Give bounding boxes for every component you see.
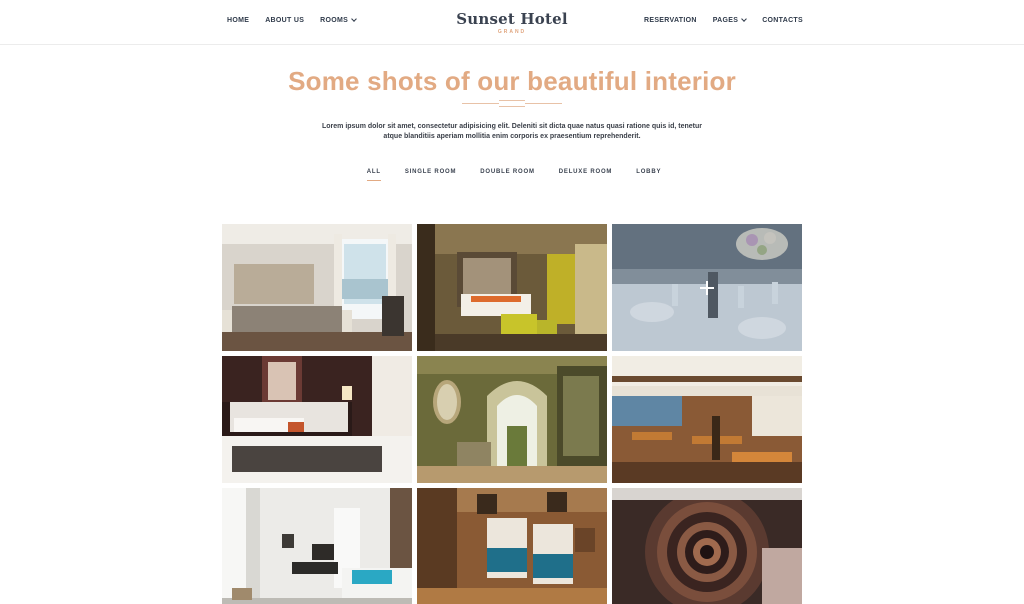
nav-pages[interactable]: PAGES (712, 16, 748, 24)
nav-reservation[interactable]: RESERVATION (644, 17, 697, 24)
filter-double-room[interactable]: DOUBLE ROOM (480, 169, 534, 181)
nav-contacts[interactable]: CONTACTS (762, 17, 803, 24)
gallery-item-bright-bedroom[interactable] (222, 224, 412, 351)
nav-contacts-label: CONTACTS (762, 17, 803, 24)
plus-icon[interactable] (700, 281, 714, 295)
lobby-arch-photo (417, 356, 607, 483)
spiral-staircase-photo (612, 488, 802, 604)
nav-pages-label: PAGES (712, 17, 739, 24)
site-header: HOME ABOUT US ROOMS Sunset Hotel GRAND R… (0, 0, 1024, 45)
filter-deluxe-room[interactable]: DELUXE ROOM (559, 169, 612, 181)
logo[interactable]: Sunset Hotel GRAND (0, 10, 1024, 35)
restaurant-photo (612, 356, 802, 483)
logo-title: Sunset Hotel (456, 10, 568, 28)
gallery-item-dining-table[interactable] (612, 224, 802, 351)
filter-all[interactable]: ALL (366, 169, 381, 181)
gallery-item-twin-room[interactable] (417, 488, 607, 604)
gallery-item-modern-room[interactable] (417, 224, 607, 351)
modern-room-photo (417, 224, 607, 351)
filter-lobby[interactable]: LOBBY (636, 169, 661, 181)
interior-gallery (222, 224, 802, 604)
gallery-item-lobby-arch[interactable] (417, 356, 607, 483)
nav-right: RESERVATION PAGES CONTACTS (644, 16, 803, 24)
gallery-item-dark-bedroom[interactable] (222, 356, 412, 483)
gallery-item-white-suite[interactable] (222, 488, 412, 604)
logo-subtitle: GRAND (497, 29, 527, 35)
gallery-item-restaurant[interactable] (612, 356, 802, 483)
gallery-filters: ALL SINGLE ROOM DOUBLE ROOM DELUXE ROOM … (0, 169, 1024, 181)
divider-ornament (499, 100, 525, 107)
filter-single-room[interactable]: SINGLE ROOM (405, 169, 456, 181)
bright-bedroom-photo (222, 224, 412, 351)
section-heading: Some shots of our beautiful interior (288, 66, 736, 96)
twin-room-photo (417, 488, 607, 604)
chevron-down-icon (741, 16, 748, 22)
section-intro: Lorem ipsum dolor sit amet, consectetur … (321, 123, 703, 140)
gallery-item-spiral-staircase[interactable] (612, 488, 802, 604)
nav-reservation-label: RESERVATION (644, 17, 697, 24)
white-suite-photo (222, 488, 412, 604)
dark-bedroom-photo (222, 356, 412, 483)
